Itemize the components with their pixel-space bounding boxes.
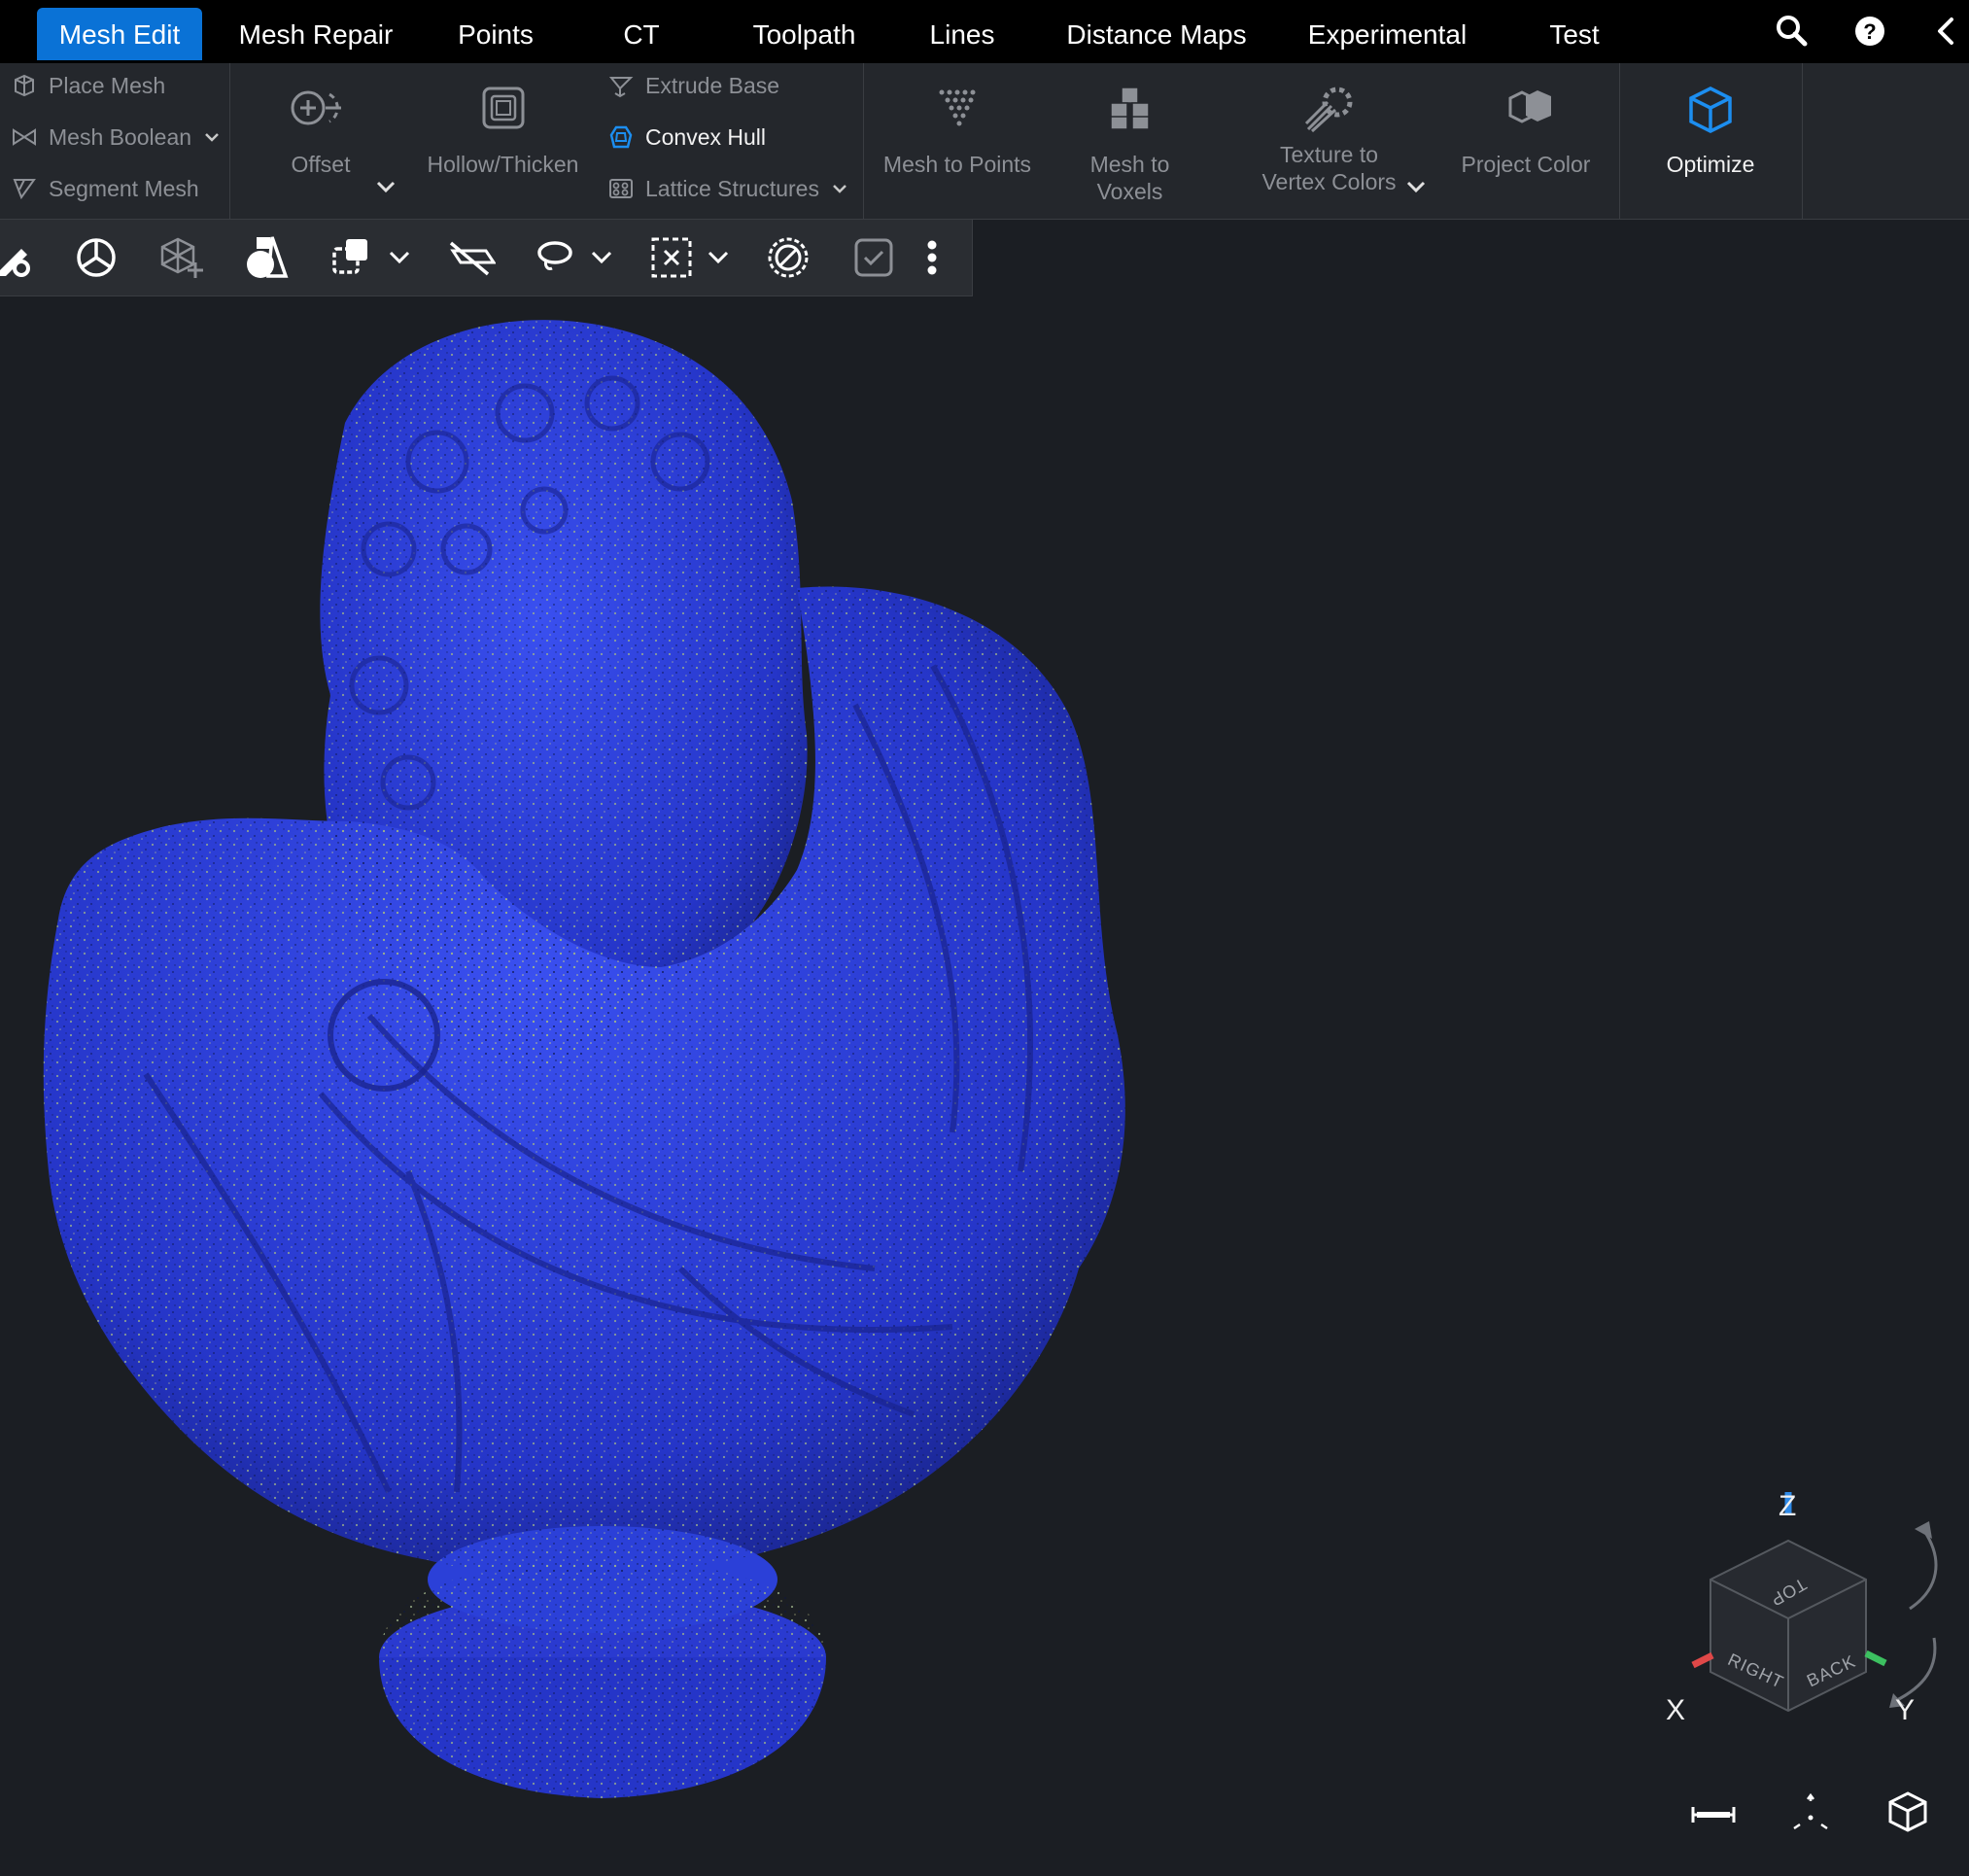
- offset-label: Offset: [291, 152, 351, 177]
- box-select-icon[interactable]: [647, 233, 696, 282]
- convex-hull-icon: [609, 125, 633, 149]
- project-color-icon: [1508, 90, 1551, 123]
- add-node-icon[interactable]: [158, 233, 207, 282]
- ribbon-divider: [863, 63, 864, 219]
- convex-hull-label: Convex Hull: [645, 123, 766, 150]
- axis-y-line: [1864, 1650, 1887, 1667]
- tab-test[interactable]: Test: [1526, 8, 1623, 60]
- shapes-icon[interactable]: [243, 233, 292, 282]
- extrude-base-icon: [608, 77, 634, 98]
- help-icon[interactable]: ?: [1850, 12, 1889, 51]
- mesh-boolean-icon: [13, 128, 36, 146]
- place-mesh-label: Place Mesh: [49, 72, 166, 98]
- pivot-point-icon[interactable]: [1788, 1791, 1833, 1834]
- ribbon-divider: [1619, 63, 1620, 219]
- tab-toolpath[interactable]: Toolpath: [729, 8, 880, 60]
- extrude-base-label: Extrude Base: [645, 72, 780, 98]
- lattice-chevron-down-icon[interactable]: [831, 183, 848, 194]
- mercedes-circle-icon[interactable]: [72, 233, 121, 282]
- hide-icon[interactable]: [447, 233, 496, 282]
- optimize-label: Optimize: [1666, 152, 1755, 177]
- axis-y-label: Y: [1895, 1694, 1916, 1726]
- lasso-icon[interactable]: [531, 233, 579, 282]
- tab-ct[interactable]: CT: [603, 8, 680, 60]
- offset-button[interactable]: Offset: [262, 85, 379, 178]
- tab-lines[interactable]: Lines: [914, 8, 1011, 60]
- mesh-to-voxels-button[interactable]: Mesh to Voxels: [1054, 85, 1205, 205]
- axis-x-label: X: [1666, 1694, 1686, 1726]
- place-mesh-button[interactable]: Place Mesh: [12, 66, 165, 105]
- mesh-to-voxels-label: Mesh to Voxels: [1089, 152, 1170, 204]
- convex-hull-button[interactable]: Convex Hull: [608, 118, 766, 156]
- mesh-boolean-button[interactable]: Mesh Boolean: [12, 118, 221, 156]
- optimize-button[interactable]: Optimize: [1633, 85, 1788, 178]
- tab-distance-maps[interactable]: Distance Maps: [1054, 8, 1259, 60]
- lattice-structures-button[interactable]: Lattice Structures: [608, 169, 848, 208]
- mesh-to-points-button[interactable]: Mesh to Points: [880, 85, 1035, 178]
- svg-text:?: ?: [1863, 19, 1876, 44]
- ribbon-toolbar: Place Mesh Mesh Boolean Segment Mesh Off…: [0, 63, 1969, 220]
- texture-to-vertex-colors-icon: [1304, 87, 1352, 133]
- segment-mesh-button[interactable]: Segment Mesh: [12, 169, 199, 208]
- offset-icon: [291, 90, 341, 125]
- texture-chevron-down-icon[interactable]: [1405, 180, 1427, 193]
- texture-to-vertex-colors-label-2: Vertex Colors: [1261, 169, 1397, 194]
- lattice-structures-icon: [609, 179, 633, 198]
- main-tab-bar: Mesh Edit Mesh Repair Points CT Toolpath…: [0, 0, 1969, 63]
- duplicate-chevron-down-icon[interactable]: [387, 233, 412, 282]
- hollow-thicken-button[interactable]: Hollow/Thicken: [418, 85, 588, 178]
- lattice-structures-label: Lattice Structures: [645, 175, 819, 201]
- tab-mesh-edit[interactable]: Mesh Edit: [37, 8, 202, 60]
- no-select-icon[interactable]: [764, 233, 812, 282]
- texture-to-vertex-colors-button[interactable]: Texture to Vertex Colors: [1239, 85, 1419, 195]
- mesh-to-points-icon: [939, 89, 976, 126]
- hollow-thicken-label: Hollow/Thicken: [427, 152, 579, 177]
- search-icon[interactable]: [1773, 12, 1812, 51]
- more-icon[interactable]: [919, 233, 945, 282]
- mesh-boolean-label: Mesh Boolean: [49, 123, 192, 150]
- mesh-to-voxels-icon: [1109, 87, 1150, 130]
- duplicate-icon[interactable]: [328, 233, 377, 282]
- optimize-cube-icon: [1689, 87, 1732, 133]
- 3d-viewport[interactable]: Z X Y TOP RIGHT BACK: [0, 296, 1969, 1876]
- box-select-chevron-down-icon[interactable]: [706, 233, 731, 282]
- collapse-left-icon[interactable]: [1928, 12, 1967, 51]
- ribbon-divider: [229, 63, 230, 219]
- edit-settings-icon[interactable]: [0, 233, 45, 282]
- segment-mesh-label: Segment Mesh: [49, 175, 199, 201]
- extrude-base-button[interactable]: Extrude Base: [608, 66, 779, 105]
- view-cube[interactable]: [1652, 1492, 1963, 1745]
- checkbox-icon[interactable]: [849, 233, 898, 282]
- hollow-thicken-icon: [482, 87, 524, 129]
- project-color-label: Project Color: [1461, 152, 1591, 177]
- texture-to-vertex-colors-label-1: Texture to: [1280, 142, 1378, 167]
- segment-mesh-icon: [13, 179, 36, 200]
- lasso-chevron-down-icon[interactable]: [589, 233, 614, 282]
- chevron-down-icon[interactable]: [203, 131, 221, 143]
- axis-z-label: Z: [1779, 1490, 1797, 1522]
- project-color-button[interactable]: Project Color: [1448, 85, 1604, 178]
- measure-ruler-icon[interactable]: [1691, 1803, 1736, 1826]
- mesh-to-points-label: Mesh to Points: [882, 152, 1032, 177]
- tool-strip: [0, 220, 973, 296]
- offset-chevron-down-icon[interactable]: [375, 180, 397, 193]
- tab-points[interactable]: Points: [437, 8, 554, 60]
- ribbon-divider: [1802, 63, 1803, 219]
- tab-experimental[interactable]: Experimental: [1297, 8, 1477, 60]
- tab-mesh-repair[interactable]: Mesh Repair: [224, 8, 408, 60]
- projection-cube-icon[interactable]: [1885, 1789, 1930, 1834]
- place-mesh-icon: [15, 74, 34, 97]
